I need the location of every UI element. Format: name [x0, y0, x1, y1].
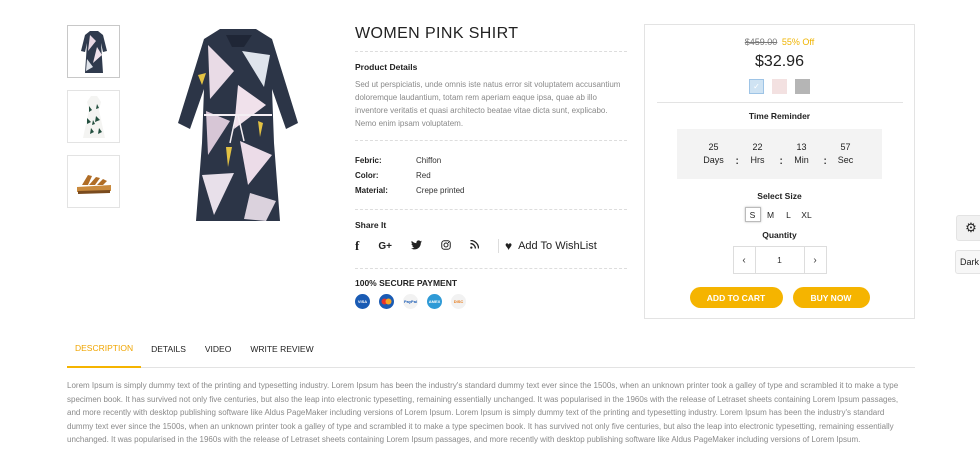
tab-details[interactable]: DETAILS — [151, 331, 186, 368]
dress-thumbnail-image — [80, 30, 107, 73]
tab-description-content: Lorem Ipsum is simply dummy text of the … — [67, 381, 899, 444]
size-option-s[interactable]: S — [744, 207, 761, 222]
dress-alt-thumbnail-image — [82, 95, 105, 138]
timer-hours: 22 Hrs — [736, 141, 780, 167]
thumbnail-list — [67, 25, 120, 220]
select-size-label: Select Size — [757, 191, 802, 201]
share-section: Share It f G+ ♥ Add To WishList — [355, 210, 627, 269]
timer-minutes: 13 Min — [780, 141, 824, 167]
swatch-light-blue[interactable]: ✓ — [749, 79, 764, 94]
attribute-value: Chiffon — [416, 156, 442, 165]
twitter-icon[interactable] — [410, 239, 422, 253]
color-swatches: ✓ — [645, 79, 914, 94]
product-details-heading: Product Details — [355, 62, 418, 72]
settings-toggle-button[interactable]: ⚙ — [956, 215, 980, 241]
payment-methods: VISA PayPal AMEX DISC — [355, 294, 627, 309]
product-info: WOMEN PINK SHIRT Product Details Sed ut … — [355, 25, 627, 309]
american-express-icon: AMEX — [427, 294, 442, 309]
countdown-timer: 25 Days : 22 Hrs : 13 Min : 57 Sec — [677, 129, 882, 179]
size-option-l[interactable]: L — [781, 207, 797, 222]
product-tabs: DESCRIPTION DETAILS VIDEO WRITE REVIEW — [67, 331, 915, 368]
attribute-value: Crepe printed — [416, 186, 465, 195]
payment-section: 100% SECURE PAYMENT VISA PayPal AMEX DIS… — [355, 269, 627, 309]
divider — [656, 102, 903, 103]
tab-write-review[interactable]: WRITE REVIEW — [250, 331, 313, 368]
old-price: $459.00 — [744, 37, 778, 47]
timer-unit: Hrs — [750, 155, 765, 165]
gear-icon: ⚙ — [965, 220, 977, 235]
current-price: $32.96 — [755, 53, 804, 70]
timer-days: 25 Days — [692, 141, 736, 167]
size-option-m[interactable]: M — [763, 207, 779, 222]
buy-now-button[interactable]: BUY NOW — [792, 287, 870, 308]
dress-image — [178, 29, 298, 221]
paypal-icon: PayPal — [403, 294, 418, 309]
thumbnail-dress-front[interactable] — [67, 25, 120, 78]
discover-icon: DISC — [451, 294, 466, 309]
product-attributes: Febric: Chiffon Color: Red Material: Cre… — [355, 141, 627, 210]
timer-value: 57 — [840, 142, 851, 152]
quantity-decrease-button[interactable]: ‹ — [732, 246, 756, 274]
timer-value: 13 — [796, 142, 807, 152]
mastercard-icon — [379, 294, 394, 309]
product-title: WOMEN PINK SHIRT — [355, 25, 627, 52]
rss-icon[interactable] — [470, 239, 480, 252]
size-options: S M L XL — [645, 207, 914, 222]
attribute-row-material: Material: Crepe printed — [355, 183, 627, 198]
timer-seconds: 57 Sec — [824, 141, 868, 167]
buy-box: $459.00 55% Off $32.96 ✓ Time Reminder 2… — [644, 24, 915, 319]
visa-icon: VISA — [355, 294, 370, 309]
product-short-description: Sed ut perspiciatis, unde omnis iste nat… — [355, 80, 621, 128]
timer-unit: Days — [703, 155, 724, 165]
timer-value: 22 — [752, 142, 763, 152]
google-plus-icon[interactable]: G+ — [378, 241, 392, 252]
attribute-key: Febric: — [355, 156, 382, 165]
chevron-left-icon: ‹ — [742, 254, 746, 266]
attribute-row-fabric: Febric: Chiffon — [355, 153, 627, 168]
share-icons: f G+ ♥ Add To WishList — [355, 236, 627, 256]
heart-icon: ♥ — [504, 239, 513, 253]
attribute-key: Material: — [355, 186, 388, 195]
timer-unit: Sec — [837, 155, 854, 165]
size-option-xl[interactable]: XL — [799, 207, 815, 222]
tab-description[interactable]: DESCRIPTION — [67, 331, 142, 368]
wishlist-label: Add To WishList — [518, 240, 597, 252]
dark-mode-toggle[interactable]: Dark — [955, 250, 980, 274]
price-discount-row: $459.00 55% Off — [645, 37, 914, 47]
instagram-icon[interactable] — [441, 239, 451, 253]
share-heading: Share It — [355, 220, 387, 230]
swatch-gray[interactable] — [795, 79, 810, 94]
quantity-increase-button[interactable]: › — [803, 246, 827, 274]
facebook-icon[interactable]: f — [355, 238, 359, 254]
chevron-right-icon: › — [813, 254, 817, 266]
main-product-image — [168, 25, 308, 225]
thumbnail-dress-alt[interactable] — [67, 90, 120, 143]
buy-actions: ADD TO CART BUY NOW — [645, 287, 914, 308]
swatch-pink[interactable] — [772, 79, 787, 94]
thumbnail-sandal[interactable] — [67, 155, 120, 208]
product-details-section: Product Details Sed ut perspiciatis, und… — [355, 52, 627, 141]
time-reminder-label: Time Reminder — [748, 111, 811, 121]
payment-heading: 100% SECURE PAYMENT — [355, 278, 458, 288]
attribute-value: Red — [416, 171, 431, 180]
timer-value: 25 — [708, 142, 719, 152]
sandal-thumbnail-image — [76, 174, 111, 194]
attribute-key: Color: — [355, 171, 379, 180]
discount-label: 55% Off — [781, 37, 815, 47]
tab-video[interactable]: VIDEO — [205, 331, 231, 368]
quantity-stepper: ‹ 1 › — [645, 246, 914, 274]
add-to-wishlist-button[interactable]: ♥ Add To WishList — [497, 239, 616, 253]
quantity-input[interactable]: 1 — [755, 246, 804, 274]
add-to-cart-button[interactable]: ADD TO CART — [689, 287, 783, 308]
timer-unit: Min — [794, 155, 809, 165]
quantity-label: Quantity — [762, 230, 797, 240]
attribute-row-color: Color: Red — [355, 168, 627, 183]
